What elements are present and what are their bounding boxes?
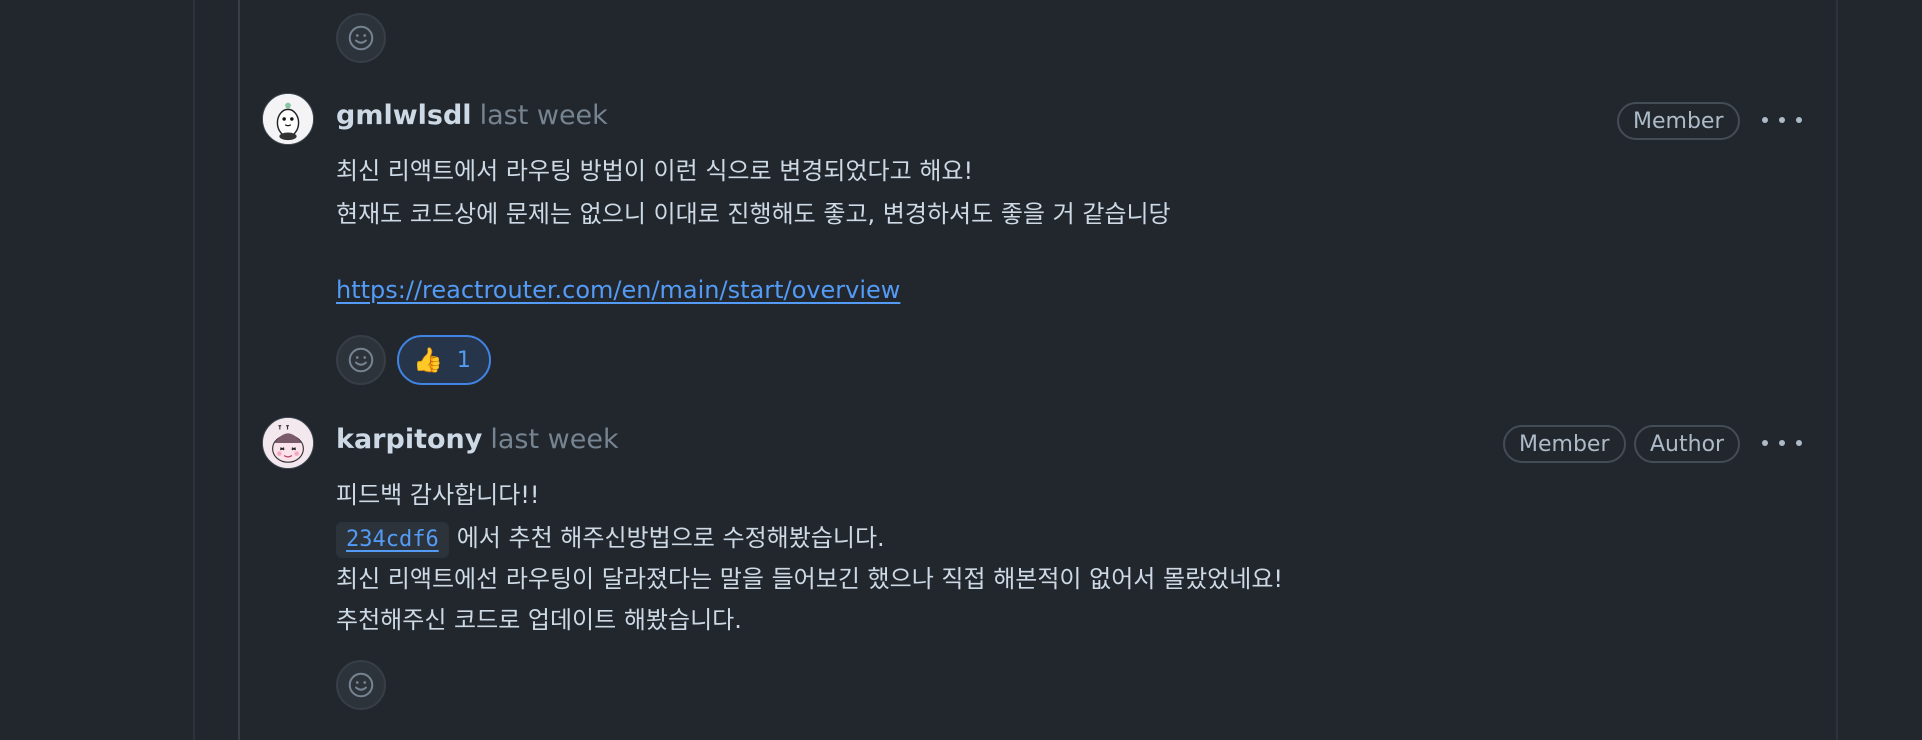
reaction-count: 1 <box>456 347 471 373</box>
avatar-image-character <box>263 418 313 468</box>
avatar-image-penguin <box>263 94 313 144</box>
timeline: gmlwlsdl last week Member 최신 리액트에서 라우팅 방… <box>0 0 1922 740</box>
comment-author[interactable]: karpitony <box>336 424 482 455</box>
timeline-rail-outer <box>193 0 195 740</box>
kebab-dot-icon <box>1762 440 1768 446</box>
comment-options-button[interactable] <box>1762 110 1802 130</box>
kebab-dot-icon <box>1796 117 1802 123</box>
comment-options-button[interactable] <box>1762 433 1802 453</box>
comment-timestamp[interactable]: last week <box>480 100 608 131</box>
author-badge: Author <box>1634 425 1741 463</box>
comment-body-line: 234cdf6 에서 추천 해주신방법으로 수정해봤습니다. <box>336 522 885 558</box>
kebab-dot-icon <box>1762 117 1768 123</box>
comment-body-line: 피드백 감사합니다!! <box>336 481 540 509</box>
reactrouter-link[interactable]: https://reactrouter.com/en/main/start/ov… <box>336 276 900 304</box>
member-badge: Member <box>1503 425 1626 463</box>
smiley-icon <box>348 25 374 51</box>
comment-body-line: 현재도 코드상에 문제는 없으니 이대로 진행해도 좋고, 변경하셔도 좋을 거… <box>336 200 1171 228</box>
comment-header: karpitony last week <box>336 424 619 460</box>
avatar[interactable] <box>262 93 314 145</box>
timeline-rail-right <box>1836 0 1838 740</box>
kebab-dot-icon <box>1779 440 1785 446</box>
commit-sha-link[interactable]: 234cdf6 <box>336 522 449 558</box>
thumbs-up-icon: 👍 <box>413 346 443 374</box>
member-badge: Member <box>1617 102 1740 140</box>
commit-line-suffix: 에서 추천 해주신방법으로 수정해봤습니다. <box>456 524 885 552</box>
kebab-dot-icon <box>1796 440 1802 446</box>
add-reaction-button[interactable] <box>336 660 386 710</box>
timeline-rail-inner <box>238 0 240 740</box>
comment-body-link-line: https://reactrouter.com/en/main/start/ov… <box>336 274 900 306</box>
comment-body-line: 최신 리액트에서 라우팅 방법이 이런 식으로 변경되었다고 해요! <box>336 157 974 185</box>
comment-body-line: 추천해주신 코드로 업데이트 해봤습니다. <box>336 606 742 634</box>
smiley-icon <box>348 347 374 373</box>
thumbs-up-reaction-button[interactable]: 👍 1 <box>397 335 491 385</box>
avatar[interactable] <box>262 417 314 469</box>
comment-timestamp[interactable]: last week <box>490 424 618 455</box>
kebab-dot-icon <box>1779 117 1785 123</box>
add-reaction-button[interactable] <box>336 335 386 385</box>
add-reaction-button-previous[interactable] <box>336 13 386 63</box>
comment-header: gmlwlsdl last week <box>336 100 608 136</box>
smiley-icon <box>348 672 374 698</box>
comment-body-line: 최신 리액트에선 라우팅이 달라졌다는 말을 들어보긴 했으나 직접 해본적이 … <box>336 565 1284 593</box>
comment-author[interactable]: gmlwlsdl <box>336 100 472 131</box>
